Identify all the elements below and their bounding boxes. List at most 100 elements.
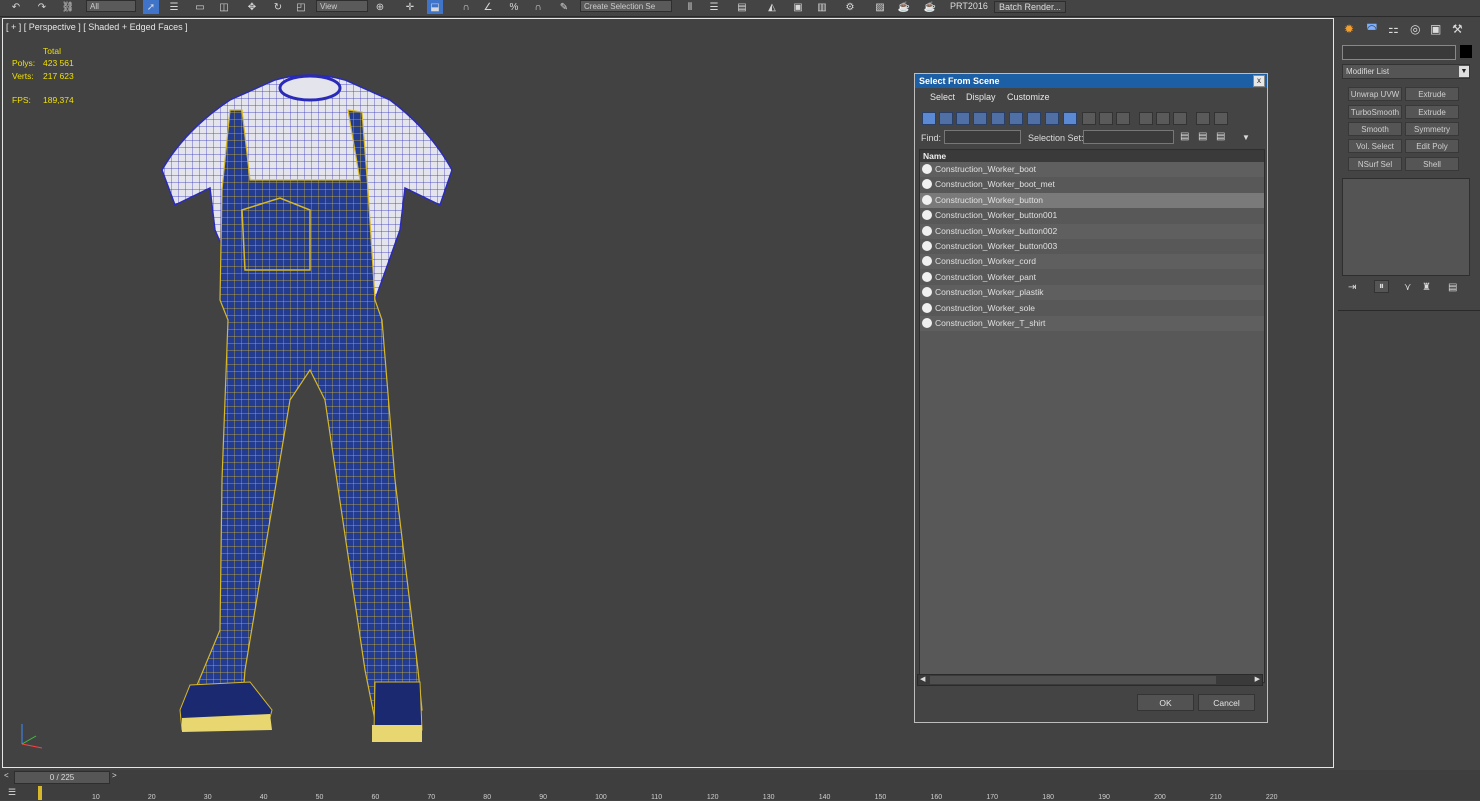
list-item[interactable]: Construction_Worker_T_shirt bbox=[920, 316, 1264, 331]
undo-icon[interactable]: ↶ bbox=[8, 0, 24, 14]
material-editor-icon[interactable]: ▥ bbox=[814, 0, 830, 14]
rotate-icon[interactable]: ↻ bbox=[270, 0, 286, 14]
modifier-button-vol-select[interactable]: Vol. Select bbox=[1348, 139, 1402, 153]
window-crossing-icon[interactable]: ◫ bbox=[216, 0, 232, 14]
remove-modifier-icon[interactable]: ♜ bbox=[1422, 282, 1431, 293]
display-spacewarps-icon[interactable] bbox=[1009, 112, 1023, 125]
ok-button[interactable]: OK bbox=[1137, 694, 1194, 711]
spinner-snap-icon[interactable]: ∩ bbox=[530, 0, 546, 14]
options-chevron-icon[interactable]: ▼ bbox=[1242, 133, 1250, 142]
modifier-button-turbosmooth[interactable]: TurboSmooth bbox=[1348, 105, 1402, 119]
modifier-button-unwrap-uvw[interactable]: Unwrap UVW bbox=[1348, 87, 1402, 101]
object-name-field[interactable] bbox=[1342, 45, 1456, 60]
render-production-icon[interactable]: ☕ bbox=[896, 0, 912, 14]
display-all-icon[interactable] bbox=[1082, 112, 1096, 125]
motion-tab-icon[interactable]: ◎ bbox=[1410, 22, 1420, 36]
selection-filter-dropdown[interactable]: All bbox=[86, 0, 136, 12]
curve-editor-icon[interactable]: ◭ bbox=[764, 0, 780, 14]
display-none-icon[interactable] bbox=[1099, 112, 1113, 125]
align-icon[interactable]: ☰ bbox=[706, 0, 722, 14]
time-cursor[interactable] bbox=[38, 786, 42, 800]
select-object-icon[interactable]: ➚ bbox=[143, 0, 159, 14]
edit-named-selection-icon[interactable]: ✎ bbox=[556, 0, 572, 14]
show-end-result-icon[interactable]: ⏸ bbox=[1374, 280, 1389, 293]
select-invert-icon[interactable] bbox=[1173, 112, 1187, 125]
modifier-list-chevron-icon[interactable]: ▼ bbox=[1459, 66, 1469, 77]
cancel-button[interactable]: Cancel bbox=[1198, 694, 1255, 711]
list-item[interactable]: Construction_Worker_sole bbox=[920, 300, 1264, 316]
link-icon[interactable]: ⛓ bbox=[60, 0, 76, 14]
angle-snap-icon[interactable]: ∠ bbox=[480, 0, 496, 14]
list-item[interactable]: Construction_Worker_boot_met bbox=[920, 177, 1264, 193]
dialog-close-button[interactable]: x bbox=[1253, 75, 1265, 87]
mirror-icon[interactable]: ⫴ bbox=[682, 0, 698, 14]
horizontal-scrollbar[interactable]: ◀ ▶ bbox=[917, 674, 1263, 686]
scroll-right-icon[interactable]: ▶ bbox=[1255, 675, 1260, 683]
layer-explorer-icon[interactable]: ▤ bbox=[734, 0, 750, 14]
pin-stack-icon[interactable]: ⇥ bbox=[1348, 282, 1356, 293]
list-item[interactable]: Construction_Worker_button003 bbox=[920, 239, 1264, 254]
display-tab-icon[interactable]: ▣ bbox=[1430, 22, 1441, 36]
mini-curve-editor-icon[interactable]: ☰ bbox=[8, 787, 16, 798]
display-groups-icon[interactable] bbox=[1027, 112, 1041, 125]
select-by-name-icon[interactable]: ☰ bbox=[166, 0, 182, 14]
list-item[interactable]: Construction_Worker_pant bbox=[920, 269, 1264, 285]
scroll-left-icon[interactable]: ◀ bbox=[920, 675, 925, 683]
list-item[interactable]: Construction_Worker_boot bbox=[920, 162, 1264, 177]
rect-region-icon[interactable]: ▭ bbox=[192, 0, 208, 14]
list-item[interactable]: Construction_Worker_button001 bbox=[920, 208, 1264, 224]
modifier-button-nsurf-sel[interactable]: NSurf Sel bbox=[1348, 157, 1402, 171]
list-item[interactable]: Construction_Worker_button bbox=[920, 192, 1264, 208]
redo-icon[interactable]: ↷ bbox=[34, 0, 50, 14]
schematic-view-icon[interactable]: ▣ bbox=[790, 0, 806, 14]
scroll-thumb[interactable] bbox=[930, 676, 1216, 684]
snaps-toggle-icon[interactable]: ∩ bbox=[458, 0, 474, 14]
modifier-button-extrude-2[interactable]: Extrude bbox=[1405, 105, 1459, 119]
menu-customize[interactable]: Customize bbox=[1007, 92, 1050, 102]
list-item[interactable]: Construction_Worker_cord bbox=[920, 254, 1264, 270]
remove-selection-set-icon[interactable]: ▤ bbox=[1198, 131, 1207, 142]
filter-icon[interactable] bbox=[1196, 112, 1210, 125]
time-slider[interactable]: 0 / 225 bbox=[14, 771, 110, 784]
object-color-swatch[interactable] bbox=[1460, 45, 1472, 58]
display-helpers-icon[interactable] bbox=[991, 112, 1005, 125]
add-selection-set-icon[interactable]: ▤ bbox=[1180, 131, 1189, 142]
list-item[interactable]: Construction_Worker_button002 bbox=[920, 223, 1264, 239]
prt-button[interactable]: PRT2016 bbox=[950, 1, 988, 11]
display-shapes-icon[interactable] bbox=[939, 112, 953, 125]
modify-tab-icon[interactable]: ◚ bbox=[1366, 22, 1378, 36]
display-cameras-icon[interactable] bbox=[973, 112, 987, 125]
make-unique-icon[interactable]: ⋎ bbox=[1404, 282, 1411, 293]
configure-sets-icon[interactable]: ▤ bbox=[1448, 282, 1457, 293]
menu-select[interactable]: Select bbox=[930, 92, 955, 102]
modifier-button-extrude[interactable]: Extrude bbox=[1405, 87, 1459, 101]
move-icon[interactable]: ✥ bbox=[244, 0, 260, 14]
batch-render-button[interactable]: Batch Render... bbox=[994, 1, 1067, 13]
utilities-tab-icon[interactable]: ⚒ bbox=[1452, 22, 1463, 36]
render-iterative-icon[interactable]: ☕ bbox=[922, 0, 938, 14]
display-xrefs-icon[interactable] bbox=[1045, 112, 1059, 125]
find-input[interactable] bbox=[944, 130, 1021, 144]
hierarchy-tab-icon[interactable]: ⚏ bbox=[1388, 22, 1399, 36]
menu-display[interactable]: Display bbox=[966, 92, 996, 102]
select-none-icon[interactable] bbox=[1156, 112, 1170, 125]
render-setup-icon[interactable]: ⚙ bbox=[842, 0, 858, 14]
select-all-icon[interactable] bbox=[1139, 112, 1153, 125]
modifier-stack[interactable] bbox=[1342, 178, 1470, 276]
modifier-list-dropdown[interactable]: Modifier List bbox=[1342, 64, 1470, 79]
pivot-icon[interactable]: ⊕ bbox=[372, 0, 388, 14]
create-tab-icon[interactable]: ✹ bbox=[1344, 22, 1354, 36]
edit-selection-set-icon[interactable]: ▤ bbox=[1216, 131, 1225, 142]
sort-icon[interactable] bbox=[1214, 112, 1228, 125]
display-lights-icon[interactable] bbox=[956, 112, 970, 125]
select-manipulate-icon[interactable]: ✛ bbox=[402, 0, 418, 14]
keyboard-shortcut-icon[interactable]: ⬓ bbox=[427, 0, 443, 14]
modifier-button-symmetry[interactable]: Symmetry bbox=[1405, 122, 1459, 136]
construction-worker-model[interactable] bbox=[150, 70, 470, 750]
selection-set-dropdown[interactable] bbox=[1083, 130, 1174, 144]
time-slider-next-icon[interactable]: > bbox=[112, 771, 117, 780]
display-bones-icon[interactable] bbox=[1063, 112, 1077, 125]
modifier-button-edit-poly[interactable]: Edit Poly bbox=[1405, 139, 1459, 153]
percent-snap-icon[interactable]: % bbox=[506, 0, 522, 14]
display-invert-icon[interactable] bbox=[1116, 112, 1130, 125]
